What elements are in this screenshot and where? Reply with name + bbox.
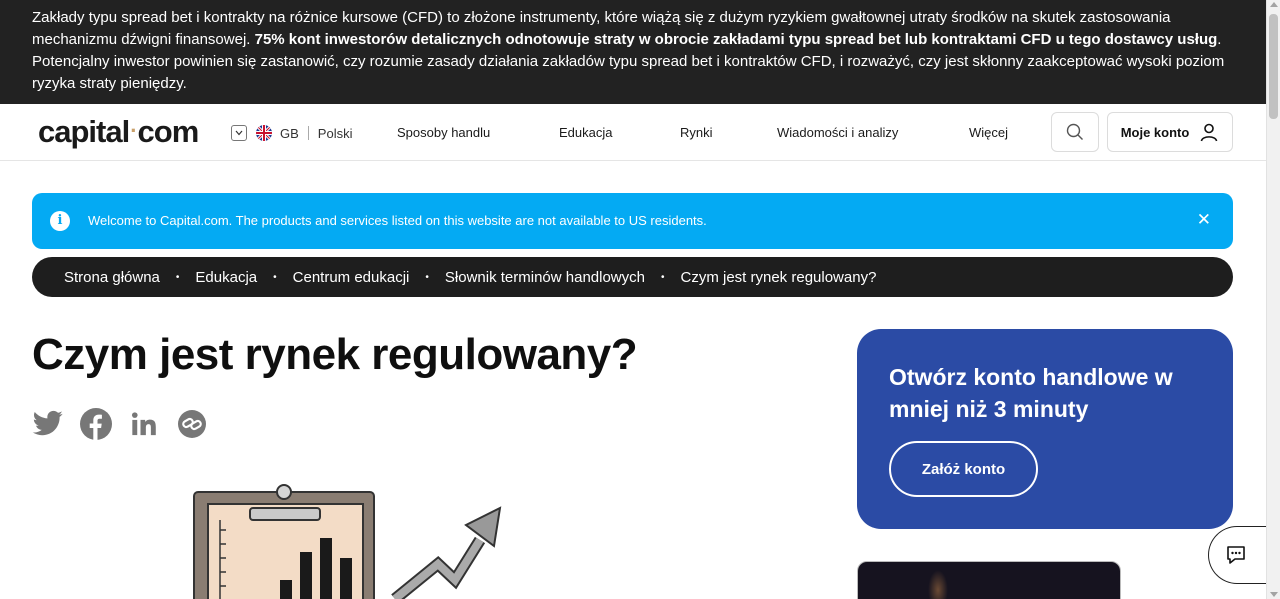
cta-heading: Otwórz konto handlowe w mniej niż 3 minu… xyxy=(889,364,1173,422)
close-icon[interactable]: ✕ xyxy=(1197,210,1211,230)
divider xyxy=(307,126,309,140)
nav-news-analysis[interactable]: Wiadomości i analizy xyxy=(777,125,898,140)
uk-flag-icon xyxy=(256,125,272,141)
my-account-button[interactable]: Moje konto xyxy=(1107,112,1233,152)
create-account-button[interactable]: Załóż konto xyxy=(889,441,1038,497)
breadcrumb-separator: • xyxy=(273,271,277,283)
site-header: capital·com GB Polski Sposoby handlu Edu… xyxy=(0,104,1266,161)
account-label: Moje konto xyxy=(1120,124,1190,140)
scroll-down-arrow-icon[interactable] xyxy=(1270,592,1278,597)
language-selector[interactable]: GB Polski xyxy=(231,122,352,144)
breadcrumb-education[interactable]: Edukacja xyxy=(195,269,257,286)
info-icon: i xyxy=(50,211,70,231)
scroll-up-arrow-icon[interactable] xyxy=(1270,2,1278,7)
facebook-icon[interactable] xyxy=(80,408,112,440)
linkedin-icon[interactable] xyxy=(128,408,160,440)
link-icon[interactable] xyxy=(176,408,208,440)
scroll-thumb[interactable] xyxy=(1269,14,1278,119)
language-label: Polski xyxy=(317,125,353,141)
breadcrumb: Strona główna • Edukacja • Centrum eduka… xyxy=(32,257,1233,297)
nav-more[interactable]: Więcej xyxy=(969,125,1008,140)
breadcrumb-separator: • xyxy=(660,271,665,283)
page-scrollbar[interactable] xyxy=(1266,0,1280,599)
share-bar xyxy=(32,408,208,440)
notice-message: Welcome to Capital.com. The products and… xyxy=(88,213,707,228)
page-title: Czym jest rynek regulowany? xyxy=(32,330,638,379)
nav-education[interactable]: Edukacja xyxy=(559,125,612,140)
chat-icon xyxy=(1226,546,1245,564)
chart-clipboard-illustration xyxy=(193,484,502,599)
breadcrumb-separator: • xyxy=(175,271,180,283)
chevron-down-icon xyxy=(231,125,247,141)
twitter-icon[interactable] xyxy=(32,408,64,440)
nav-markets[interactable]: Rynki xyxy=(680,125,713,140)
chat-widget-button[interactable] xyxy=(1208,526,1266,584)
promo-image xyxy=(928,570,948,599)
country-code: GB xyxy=(280,125,299,141)
breadcrumb-separator: • xyxy=(425,271,429,283)
us-residents-notice: i Welcome to Capital.com. The products a… xyxy=(32,193,1233,249)
breadcrumb-current: Czym jest rynek regulowany? xyxy=(680,268,877,286)
breadcrumb-home[interactable]: Strona główna xyxy=(64,269,160,286)
breadcrumb-glossary[interactable]: Słownik terminów handlowych xyxy=(445,269,645,286)
search-button[interactable] xyxy=(1051,112,1099,152)
user-icon xyxy=(1201,123,1218,142)
breadcrumb-education-center[interactable]: Centrum edukacji xyxy=(293,269,410,286)
risk-text-bold: 75% kont inwestorów detalicznych odnotow… xyxy=(254,31,1218,48)
promo-image-card[interactable] xyxy=(857,561,1121,599)
capital-com-logo[interactable]: capital·com xyxy=(38,114,199,150)
risk-warning-banner: Zakłady typu spread bet i kontrakty na r… xyxy=(0,0,1266,104)
nav-trading-ways[interactable]: Sposoby handlu xyxy=(397,125,490,140)
open-account-card: Otwórz konto handlowe w mniej niż 3 minu… xyxy=(857,329,1233,529)
search-icon xyxy=(1066,123,1083,140)
